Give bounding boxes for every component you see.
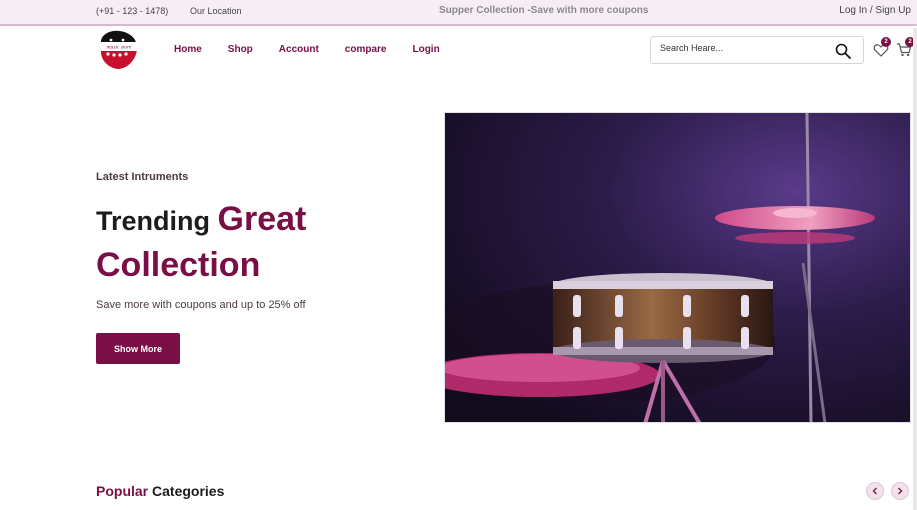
nav-account[interactable]: Account — [279, 44, 319, 55]
nav-home[interactable]: Home — [174, 44, 202, 55]
promo-text: Supper Collection -Save with more coupon… — [439, 5, 649, 16]
hero-description: Save more with coupons and up to 25% off — [96, 299, 306, 311]
phone-number[interactable]: (+91 - 123 - 1478) — [96, 6, 168, 16]
guitar-logo-icon: music store — [100, 30, 137, 69]
hero-title-accent: Great — [217, 200, 307, 238]
wishlist-count-badge: 2 — [881, 37, 891, 47]
nav-login[interactable]: Login — [412, 44, 439, 55]
show-more-button[interactable]: Show More — [96, 333, 180, 364]
our-location-link[interactable]: Our Location — [190, 6, 242, 16]
popular-categories-heading: Popular Categories — [96, 483, 224, 499]
hero-subtitle: Latest Intruments — [96, 171, 189, 183]
nav-compare[interactable]: compare — [345, 44, 387, 55]
top-bar: (+91 - 123 - 1478) Our Location Supper C… — [0, 0, 917, 26]
hero-title: Trending Great Collection — [96, 199, 426, 289]
hero-title-line2: Collection — [96, 246, 261, 284]
search-box — [650, 36, 864, 64]
carousel-prev-button[interactable] — [866, 482, 884, 500]
scrollbar[interactable] — [913, 28, 917, 510]
search-icon[interactable] — [835, 43, 851, 59]
categories-heading-rest: Categories — [152, 483, 225, 499]
nav-shop[interactable]: Shop — [228, 44, 253, 55]
categories-heading-accent: Popular — [96, 483, 149, 499]
hero-image — [444, 112, 911, 423]
chevron-left-icon — [872, 487, 877, 495]
main-nav: Home Shop Account compare Login — [174, 44, 466, 55]
logo-text: music store — [106, 45, 132, 51]
chevron-right-icon — [898, 487, 903, 495]
drum-kit-image — [445, 113, 910, 422]
site-logo[interactable]: music store — [97, 28, 139, 70]
login-signup-link[interactable]: Log In / Sign Up — [839, 5, 911, 16]
hero-title-part1: Trending — [96, 206, 210, 236]
carousel-next-button[interactable] — [891, 482, 909, 500]
search-input[interactable] — [660, 43, 820, 53]
